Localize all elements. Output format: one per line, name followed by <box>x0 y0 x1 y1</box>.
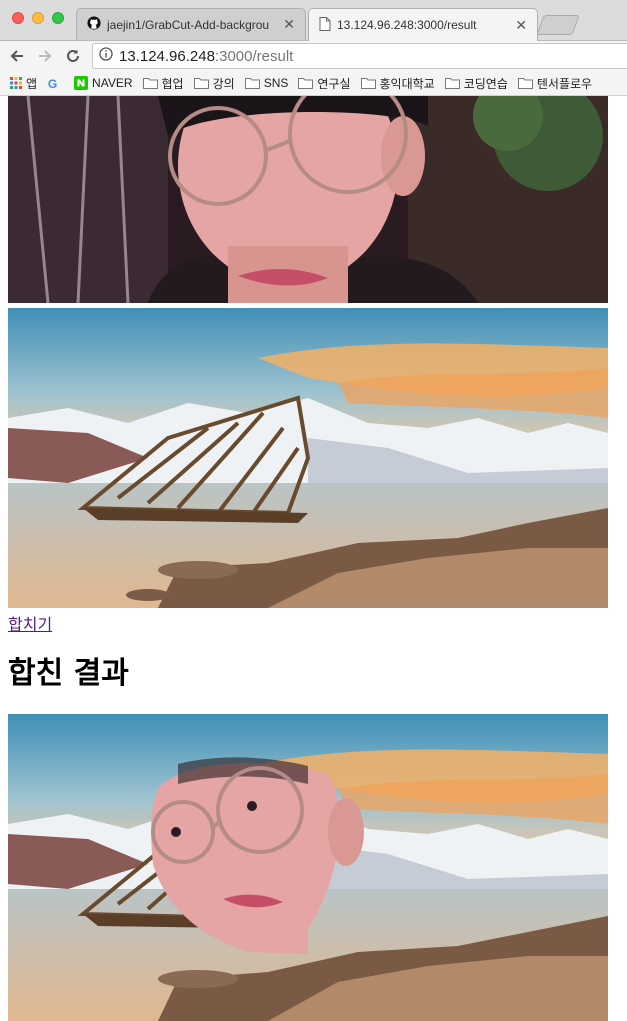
svg-text:G: G <box>48 77 57 90</box>
tab-close-icon[interactable]: ✕ <box>515 17 527 34</box>
folder-icon <box>444 77 460 89</box>
folder-icon <box>298 77 314 89</box>
page-content: 합치기 합친 결과 <box>0 96 627 1021</box>
window-minimize-button[interactable] <box>32 12 44 24</box>
bookmark-label: 앱 <box>26 76 38 91</box>
result-composite-photo <box>8 714 608 1021</box>
bookmark-label: 연구실 <box>317 76 351 91</box>
bookmark-naver[interactable]: NAVER <box>74 76 133 90</box>
bookmark-folder-lecture[interactable]: 강의 <box>193 75 235 92</box>
window-maximize-button[interactable] <box>52 12 64 24</box>
google-icon: G <box>47 77 60 90</box>
background-landscape-photo <box>8 308 608 608</box>
folder-icon <box>360 77 376 89</box>
new-tab-button[interactable] <box>536 15 580 35</box>
bookmark-folder-coding[interactable]: 코딩연습 <box>444 75 508 92</box>
bookmark-label: 협업 <box>161 76 184 91</box>
folder-icon <box>517 77 533 89</box>
bookmark-label: 강의 <box>212 76 235 91</box>
tab-result[interactable]: 13.124.96.248:3000/result ✕ <box>308 8 538 41</box>
tab-title: jaejin1/GrabCut-Add-backgrou <box>107 17 270 32</box>
forward-button[interactable] <box>34 45 56 67</box>
merge-link[interactable]: 합치기 <box>8 611 52 635</box>
tab-title: 13.124.96.248:3000/result <box>337 18 477 32</box>
bookmarks-bar: 앱 G NAVER 협업 강의 SNS 연구실 홍익대학교 코딩연습 텐서플로우 <box>0 71 627 96</box>
reload-button[interactable] <box>62 45 84 67</box>
bookmark-label: 코딩연습 <box>463 76 508 91</box>
bookmark-label: SNS <box>263 76 289 90</box>
bookmark-label: 홍익대학교 <box>379 76 435 91</box>
info-icon[interactable] <box>99 47 113 65</box>
folder-icon <box>142 77 158 89</box>
result-heading: 합친 결과 <box>8 656 129 691</box>
folder-icon <box>193 77 209 89</box>
portrait-photo <box>8 96 608 303</box>
apps-grid-icon <box>10 77 22 89</box>
browser-toolbar: 13.124.96.248:3000/result <box>0 41 627 71</box>
bookmark-apps[interactable]: 앱 <box>10 75 37 92</box>
naver-icon <box>74 76 89 90</box>
tab-github[interactable]: jaejin1/GrabCut-Add-backgrou ✕ <box>76 8 306 40</box>
bookmark-folder-collab[interactable]: 협업 <box>142 75 184 92</box>
url-path: :3000/result <box>214 47 294 65</box>
github-icon <box>87 16 101 33</box>
arrow-right-icon <box>39 50 52 62</box>
folder-icon <box>244 77 260 89</box>
bookmark-google[interactable]: G <box>47 77 64 90</box>
reload-icon <box>67 49 79 62</box>
page-icon <box>319 16 331 34</box>
bookmark-folder-tensorflow[interactable]: 텐서플로우 <box>517 75 593 92</box>
bookmark-folder-hongik[interactable]: 홍익대학교 <box>360 75 435 92</box>
arrow-left-icon <box>10 50 23 62</box>
back-button[interactable] <box>6 45 28 67</box>
bookmark-folder-lab[interactable]: 연구실 <box>298 75 351 92</box>
bookmark-folder-sns[interactable]: SNS <box>244 76 289 90</box>
bookmark-label: NAVER <box>92 76 133 90</box>
address-bar[interactable]: 13.124.96.248:3000/result <box>92 43 627 69</box>
bookmark-label: 텐서플로우 <box>536 76 593 91</box>
tab-close-icon[interactable]: ✕ <box>283 16 295 33</box>
window-close-button[interactable] <box>12 12 24 24</box>
url-host: 13.124.96.248 <box>119 47 215 65</box>
tab-strip: jaejin1/GrabCut-Add-backgrou ✕ 13.124.96… <box>0 0 627 41</box>
